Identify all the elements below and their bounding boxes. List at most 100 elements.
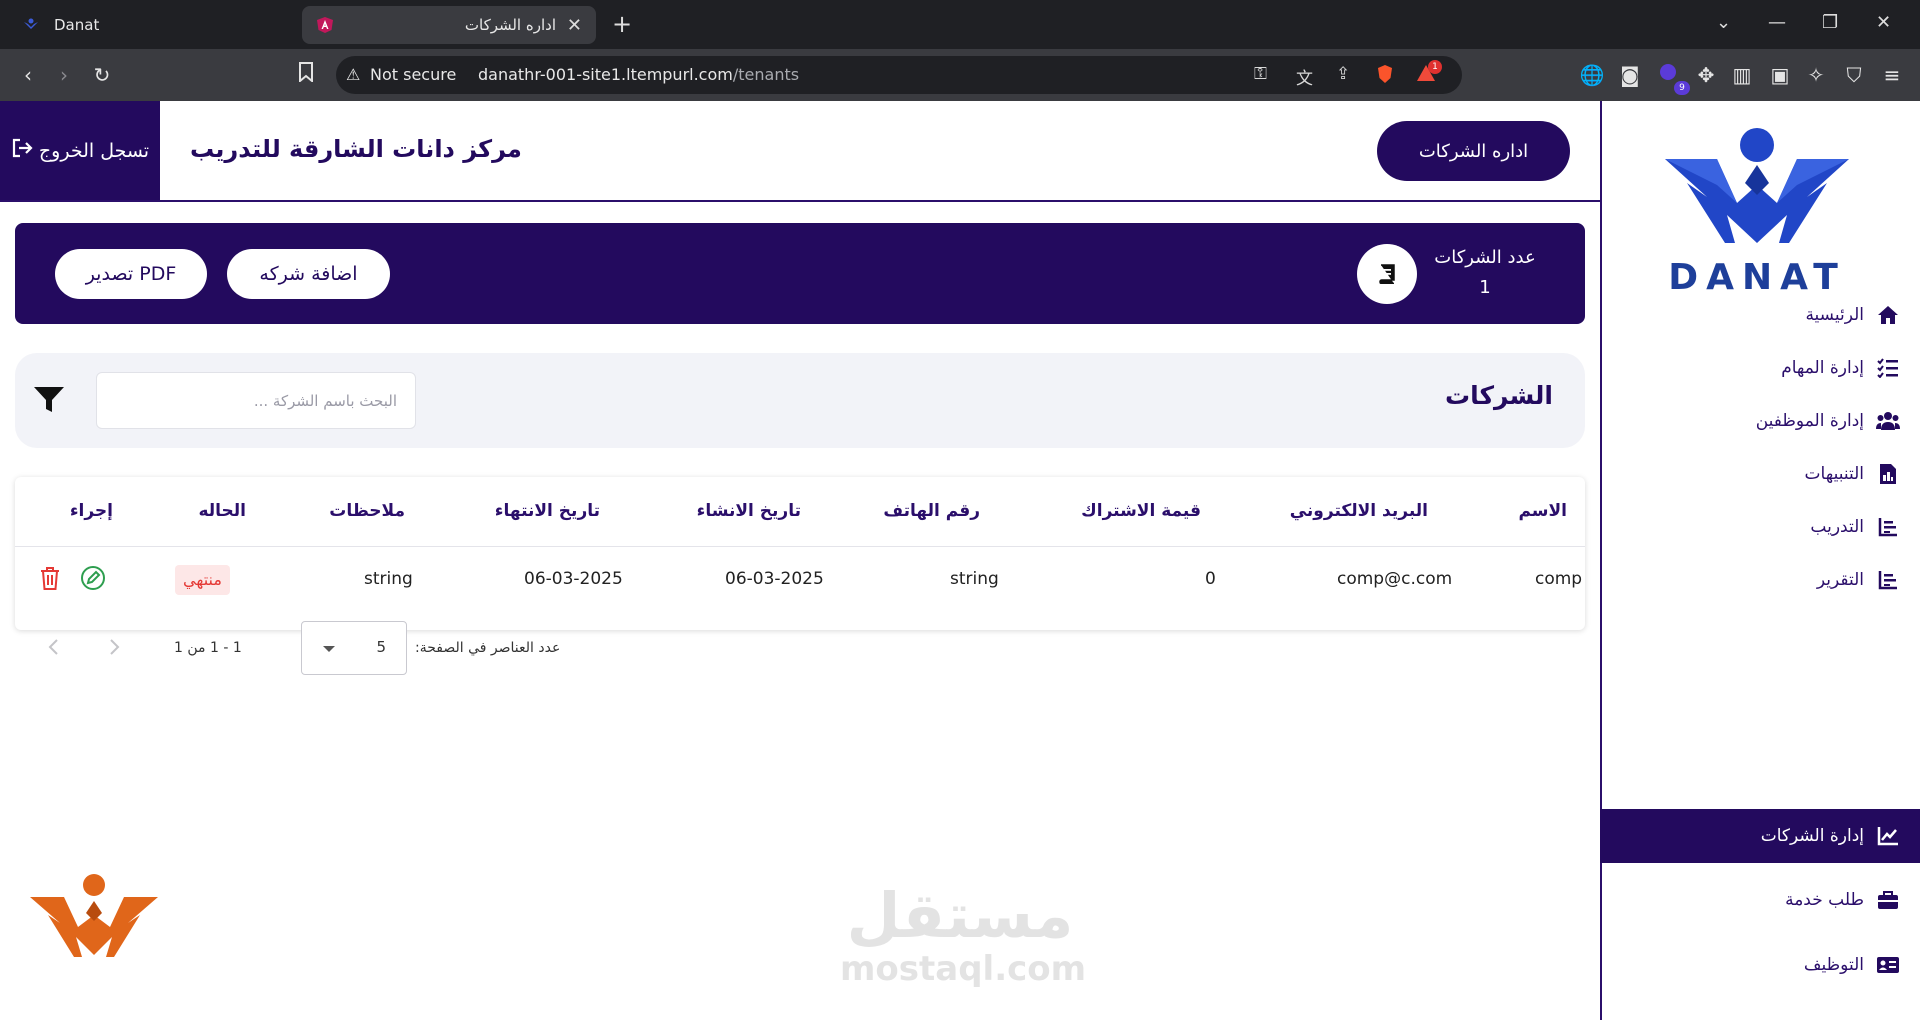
items-per-page-value: 5 [376,638,386,656]
trend-icon [1874,822,1902,850]
logout-label: تسجل الخروج [38,139,150,162]
leo-ai-icon[interactable]: ✧ [1802,61,1830,89]
sidebar-item-label: التقرير [1816,570,1864,590]
danat-logo: DANAT [1657,125,1857,298]
logout-icon [11,138,33,163]
sidebar-item-label: طلب خدمة [1785,890,1864,910]
tab-close-icon[interactable]: ✕ [567,15,582,36]
danat-favicon-icon [22,16,40,34]
column-header-name: الاسم [1518,501,1567,521]
url-host: danathr-001-site1.ltempurl.com [478,65,733,84]
section-title: الشركات [1445,381,1553,410]
close-window-icon[interactable]: ✕ [1876,12,1891,33]
sidebar-item-employees[interactable]: إدارة الموظفين [1600,394,1920,448]
delete-icon[interactable] [38,565,64,591]
checklist-icon [1874,354,1902,382]
restore-icon[interactable]: ❐ [1822,12,1838,33]
browser-tab-active[interactable]: اداره الشركات ✕ [302,6,596,44]
url-path: /tenants [732,65,800,84]
sidebar-item-label: إدارة المهام [1781,358,1864,378]
add-company-button[interactable]: اضافة شركه [227,249,390,299]
brave-shield-icon[interactable] [1376,64,1394,89]
home-icon [1874,301,1902,329]
browser-tab-danat[interactable]: Danat [8,6,298,44]
briefcase-icon [1874,886,1902,914]
manage-companies-button[interactable]: اداره الشركات [1377,121,1570,181]
warning-icon: ⚠ [346,65,361,84]
items-per-page-label: عدد العناصر في الصفحة: [415,640,561,656]
sidebar-item-training[interactable]: التدريب [1600,500,1920,554]
sidebar-item-report[interactable]: التقرير [1600,553,1920,607]
cell-phone: string [950,569,999,589]
sidebar-item-alerts[interactable]: التنبيهات [1600,447,1920,501]
danat-logo-mark-icon [1665,128,1849,243]
id-card-icon [1874,951,1902,979]
book-icon [1357,244,1417,304]
extension-count-badge: 9 [1674,81,1690,95]
bookmark-icon[interactable] [292,61,320,89]
column-header-expires: تاريخ الانتهاء [494,501,600,521]
edit-icon[interactable] [80,565,106,591]
search-input[interactable] [96,372,416,429]
tab-search-icon[interactable]: ⌄ [1716,12,1731,33]
sidebar-item-label: التوظيف [1803,955,1864,975]
column-header-created: تاريخ الانشاء [696,501,801,521]
sidebar-item-label: إدارة الشركات [1760,826,1864,846]
column-header-action: إجراء [69,501,113,521]
companies-count-label: عدد الشركات [1434,247,1536,268]
logout-button[interactable]: تسجل الخروج [0,101,160,200]
cell-created: 06-03-2025 [725,569,824,589]
new-tab-button[interactable]: + [612,10,632,38]
reload-icon[interactable]: ↻ [88,61,116,89]
column-header-email: البريد الالكتروني [1289,501,1428,521]
share-icon[interactable]: ⇪ [1336,64,1350,84]
caret-down-icon [320,640,338,658]
key-icon[interactable]: ⚿ [1254,64,1267,84]
camera-icon[interactable]: ◙ [1616,61,1644,89]
sidebar-toggle-icon[interactable]: ▥ [1728,61,1756,89]
column-header-notes: ملاحظات [329,501,405,521]
cell-email: comp@c.com [1337,569,1453,589]
page-title: مركز دانات الشارقة للتدريب [190,135,522,163]
export-pdf-button[interactable]: تصدير PDF [55,249,207,299]
wallet-icon[interactable]: ▣ [1766,61,1794,89]
menu-icon[interactable]: ≡ [1878,61,1906,89]
watermark-arabic: مستقل [846,879,1074,952]
forward-icon[interactable]: › [50,61,78,89]
brave-rewards-icon[interactable]: 1 [1416,60,1442,87]
globe-icon[interactable]: 🌐 [1578,61,1606,89]
sidebar-item-tasks[interactable]: إدارة المهام [1600,341,1920,395]
sidebar: DANAT الرئيسية إدارة المهام إدارة الموظف… [1600,101,1920,1020]
minimize-icon[interactable]: — [1768,12,1786,33]
tab-title: Danat [54,16,100,34]
address-bar[interactable]: ⚠ Not secure danathr-001-site1.ltempurl.… [336,56,1462,94]
browser-toolbar: ‹ › ↻ ⚠ Not secure danathr-001-site1.lte… [0,49,1920,101]
sidebar-item-recruitment[interactable]: التوظيف [1600,938,1920,992]
previous-page-icon[interactable] [42,635,66,659]
sidebar-item-companies[interactable]: إدارة الشركات [1600,809,1920,863]
cell-notes: string [364,569,413,589]
companies-count-value: 1 [1479,277,1491,298]
items-per-page-select[interactable]: 5 [301,621,407,675]
filter-icon[interactable] [33,385,65,415]
sidebar-item-label: إدارة الموظفين [1755,411,1864,431]
sidebar-item-label: التدريب [1810,517,1864,537]
sidebar-item-label: الرئيسية [1805,305,1864,325]
next-page-icon[interactable] [102,635,126,659]
sidebar-item-home[interactable]: الرئيسية [1600,288,1920,342]
extension-badge-icon[interactable]: 9 [1654,61,1690,95]
browser-tab-bar: Danat اداره الشركات ✕ + ⌄ — ❐ ✕ [0,0,1920,49]
angular-favicon-icon [316,16,334,34]
not-secure-label[interactable]: Not secure [370,65,456,84]
cell-expires: 06-03-2025 [524,569,623,589]
sidebar-item-service-request[interactable]: طلب خدمة [1600,873,1920,927]
column-header-phone: رقم الهاتف [883,501,980,521]
document-icon [1874,460,1902,488]
chart-icon [1874,566,1902,594]
puzzle-icon[interactable]: ✥ [1692,61,1720,89]
translate-icon[interactable]: 文 [1296,64,1313,89]
cell-name: comp [1535,569,1583,589]
back-icon[interactable]: ‹ [14,61,42,89]
vpn-shield-icon[interactable]: ⛉ [1840,61,1868,89]
top-header: تسجل الخروج مركز دانات الشارقة للتدريب ا… [0,101,1600,202]
